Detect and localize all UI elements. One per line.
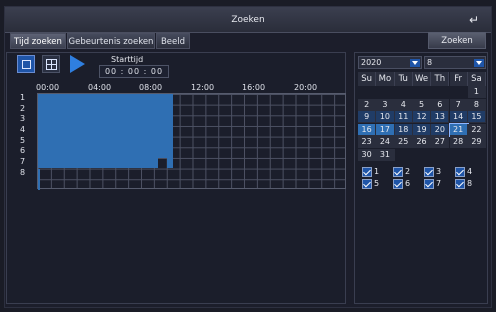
channel-checkbox[interactable] xyxy=(424,179,434,189)
calendar-day[interactable]: 21 xyxy=(448,122,469,137)
tab-event-search[interactable]: Gebeurtenis zoeken xyxy=(67,33,155,49)
calendar-day[interactable]: 30 xyxy=(358,148,377,161)
channel-label: 8 xyxy=(20,167,26,177)
timeline[interactable]: 00:00 04:00 08:00 12:00 16:00 20:00 1 2 … xyxy=(18,82,346,190)
weekday-header: Sa xyxy=(467,72,487,86)
calendar-day[interactable]: 10 xyxy=(376,111,395,123)
back-arrow-icon[interactable]: ↵ xyxy=(465,12,483,28)
calendar-day[interactable]: 2 xyxy=(358,98,377,111)
calendar-day[interactable]: 26 xyxy=(412,136,432,148)
calendar-day[interactable]: 31 xyxy=(376,148,395,161)
calendar-day[interactable]: 24 xyxy=(376,136,395,148)
calendar-day[interactable]: 19 xyxy=(412,123,432,136)
channel-label: 2 xyxy=(20,103,26,113)
calendar-day[interactable]: 4 xyxy=(394,98,413,111)
channel-checkbox-label: 4 xyxy=(467,167,473,176)
channel-checkbox[interactable] xyxy=(424,167,434,177)
hour-label: 20:00 xyxy=(294,83,318,92)
calendar-day[interactable]: 8 xyxy=(467,98,487,111)
channel-label: 7 xyxy=(20,157,26,166)
channel-label: 5 xyxy=(20,135,26,145)
calendar-day[interactable]: 5 xyxy=(412,98,432,111)
channel-label: 4 xyxy=(20,125,26,134)
calendar-day[interactable]: 14 xyxy=(449,111,468,123)
channel-label: 1 xyxy=(20,93,26,102)
channel-checkbox-label: 1 xyxy=(374,167,380,176)
hour-label: 16:00 xyxy=(242,83,266,92)
channel-checkbox-label: 2 xyxy=(405,167,411,176)
channel-checkbox-label: 8 xyxy=(467,179,473,188)
window-title: Zoeken xyxy=(231,15,265,25)
calendar-day[interactable]: 11 xyxy=(394,111,413,123)
channel-checkbox[interactable] xyxy=(362,167,372,177)
hour-label: 08:00 xyxy=(139,83,163,92)
timeline-grid[interactable] xyxy=(37,93,346,190)
year-select[interactable]: 2020 xyxy=(358,56,422,69)
channel-checkbox[interactable] xyxy=(393,167,403,177)
calendar-day[interactable]: 6 xyxy=(431,98,450,111)
month-value: 8 xyxy=(427,58,433,67)
channel-checkbox[interactable] xyxy=(362,179,372,189)
quad-view-icon[interactable] xyxy=(42,55,60,73)
chevron-down-icon xyxy=(474,59,484,67)
calendar-day[interactable]: 18 xyxy=(394,123,413,136)
start-time-input[interactable]: 00 : 00 : 00 xyxy=(99,65,169,78)
calendar-day[interactable]: 7 xyxy=(449,98,468,111)
channel-label: 6 xyxy=(20,146,26,156)
recording-block xyxy=(38,158,158,168)
single-view-icon[interactable] xyxy=(17,55,35,73)
weekday-header: Su xyxy=(358,72,377,86)
calendar-day[interactable]: 16 xyxy=(358,123,377,136)
recording-block xyxy=(38,169,40,190)
start-time-label: Starttijd xyxy=(111,55,144,64)
channel-checkbox-label: 6 xyxy=(405,179,411,188)
calendar-day[interactable]: 3 xyxy=(376,98,395,111)
tab-time-search[interactable]: Tijd zoeken xyxy=(10,33,66,49)
hour-label: 00:00 xyxy=(36,83,60,92)
calendar-day[interactable]: 12 xyxy=(412,111,432,123)
calendar-day[interactable]: 28 xyxy=(449,136,468,148)
weekday-header: Mo xyxy=(376,72,395,86)
calendar-day[interactable]: 23 xyxy=(358,136,377,148)
channel-checkbox[interactable] xyxy=(455,167,465,177)
calendar-day[interactable]: 9 xyxy=(358,111,377,123)
channel-checkbox[interactable] xyxy=(455,179,465,189)
calendar-day[interactable]: 13 xyxy=(431,111,450,123)
calendar-day[interactable]: 27 xyxy=(431,136,450,148)
recording-block xyxy=(38,94,173,158)
calendar-day[interactable]: 29 xyxy=(467,136,487,148)
weekday-header: Th xyxy=(431,72,450,86)
month-select[interactable]: 8 xyxy=(424,56,486,69)
hour-label: 04:00 xyxy=(88,83,112,92)
title-bar: Zoeken ↵ xyxy=(5,7,491,33)
calendar-day[interactable]: 17 xyxy=(376,123,395,136)
calendar-day[interactable]: 20 xyxy=(431,123,450,136)
chevron-down-icon xyxy=(410,59,420,67)
calendar-day[interactable]: 25 xyxy=(394,136,413,148)
weekday-header: Fr xyxy=(449,72,468,86)
channel-checkbox-label: 3 xyxy=(436,167,442,176)
weekday-header: Tu xyxy=(394,72,413,86)
recording-block xyxy=(167,158,173,168)
channel-checkbox-label: 5 xyxy=(374,179,380,188)
channel-label: 3 xyxy=(20,114,26,124)
hour-label: 12:00 xyxy=(191,83,215,92)
hour-labels: 00:00 04:00 08:00 12:00 16:00 20:00 xyxy=(18,82,346,92)
search-button[interactable]: Zoeken xyxy=(428,32,486,49)
channel-checkbox-label: 7 xyxy=(436,179,442,188)
year-value: 2020 xyxy=(361,58,382,67)
calendar-day[interactable]: 22 xyxy=(467,123,487,136)
weekday-header: We xyxy=(412,72,432,86)
calendar-day[interactable]: 1 xyxy=(467,86,487,98)
channel-checkbox[interactable] xyxy=(393,179,403,189)
calendar-day[interactable]: 15 xyxy=(467,111,487,123)
tab-image[interactable]: Beeld xyxy=(156,33,190,49)
play-icon[interactable] xyxy=(70,55,85,73)
